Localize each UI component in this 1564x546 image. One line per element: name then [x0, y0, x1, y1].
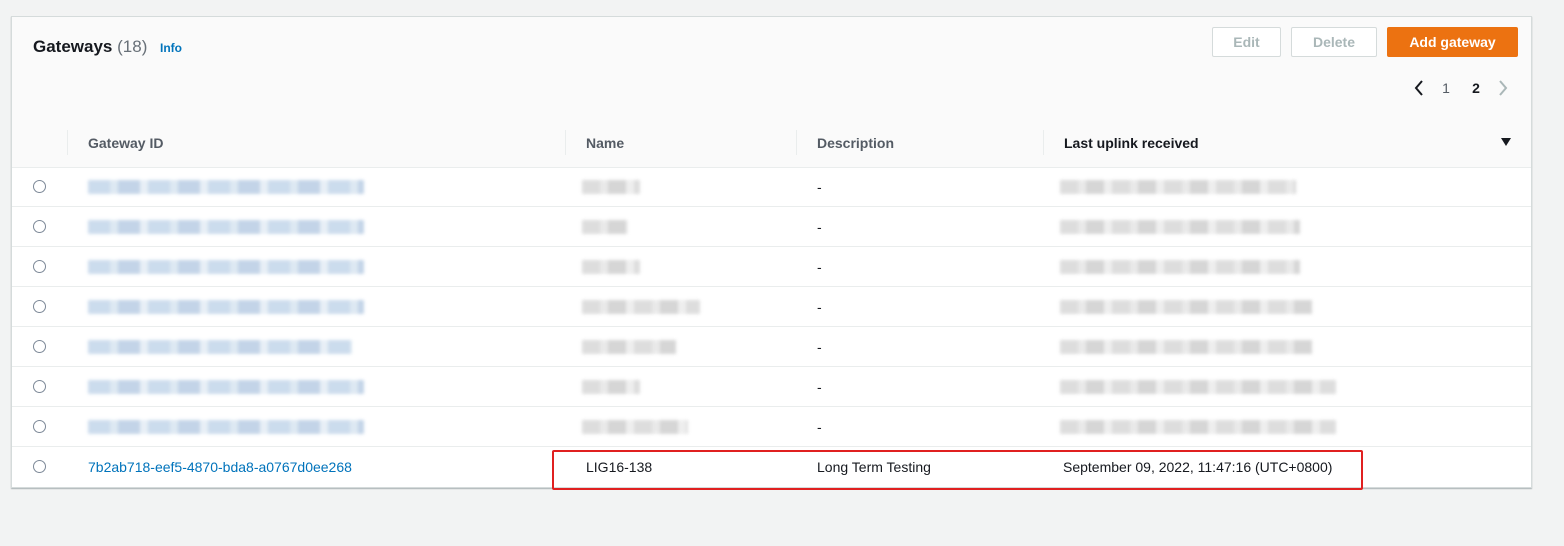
redacted-last-uplink: [1060, 300, 1312, 314]
table-row[interactable]: -: [12, 207, 1531, 247]
row-description: -: [817, 259, 822, 275]
row-select-radio[interactable]: [33, 180, 46, 193]
column-separator: [565, 130, 566, 155]
column-header-description[interactable]: Description: [817, 118, 894, 167]
row-select-radio[interactable]: [33, 420, 46, 433]
column-separator: [67, 130, 68, 155]
edit-button[interactable]: Edit: [1212, 27, 1281, 57]
table-row[interactable]: -: [12, 327, 1531, 367]
table-row[interactable]: 7b2ab718-eef5-4870-bda8-a0767d0ee268 LIG…: [12, 447, 1531, 487]
redacted-name: [582, 180, 640, 194]
redacted-name: [582, 380, 640, 394]
table-row[interactable]: -: [12, 247, 1531, 287]
table-header: Gateway ID Name Description Last uplink …: [12, 118, 1531, 168]
redacted-last-uplink: [1060, 420, 1336, 434]
column-separator: [796, 130, 797, 155]
row-select-radio[interactable]: [33, 460, 46, 473]
column-header-gateway-id[interactable]: Gateway ID: [88, 118, 163, 167]
redacted-gateway-id[interactable]: [88, 380, 364, 394]
row-description: -: [817, 419, 822, 435]
gateway-count: (18): [117, 37, 148, 56]
redacted-last-uplink: [1060, 220, 1300, 234]
redacted-name: [582, 420, 688, 434]
redacted-gateway-id[interactable]: [88, 180, 364, 194]
row-select-radio[interactable]: [33, 260, 46, 273]
redacted-last-uplink: [1060, 180, 1296, 194]
column-separator: [1043, 130, 1044, 155]
panel-title-text: Gateways: [33, 37, 113, 56]
row-description: -: [817, 379, 822, 395]
row-select-radio[interactable]: [33, 380, 46, 393]
table-row[interactable]: -: [12, 287, 1531, 327]
gateways-panel: Gateways (18) Info Edit Delete Add gatew…: [11, 16, 1532, 488]
gateway-name: LIG16-138: [586, 459, 653, 475]
redacted-gateway-id[interactable]: [88, 300, 364, 314]
delete-button[interactable]: Delete: [1291, 27, 1377, 57]
redacted-name: [582, 340, 676, 354]
redacted-last-uplink: [1060, 260, 1300, 274]
panel-title: Gateways (18): [33, 37, 147, 57]
row-select-radio[interactable]: [33, 340, 46, 353]
column-header-name[interactable]: Name: [586, 118, 624, 167]
redacted-last-uplink: [1060, 340, 1312, 354]
add-gateway-button[interactable]: Add gateway: [1387, 27, 1518, 57]
table-row[interactable]: -: [12, 407, 1531, 447]
panel-header: Gateways (18) Info Edit Delete Add gatew…: [12, 17, 1531, 119]
redacted-gateway-id[interactable]: [88, 340, 352, 354]
table-row[interactable]: -: [12, 167, 1531, 207]
row-description: -: [817, 299, 822, 315]
redacted-name: [582, 300, 700, 314]
row-select-radio[interactable]: [33, 220, 46, 233]
next-page-icon[interactable]: [1491, 77, 1515, 99]
column-header-last-uplink[interactable]: Last uplink received: [1064, 118, 1199, 167]
pagination: 1 2: [1407, 77, 1515, 99]
info-link[interactable]: Info: [160, 41, 182, 55]
table-row[interactable]: -: [12, 367, 1531, 407]
gateway-description: Long Term Testing: [817, 459, 931, 475]
redacted-gateway-id[interactable]: [88, 260, 364, 274]
page-2[interactable]: 2: [1461, 80, 1491, 96]
row-description: -: [817, 219, 822, 235]
redacted-gateway-id[interactable]: [88, 220, 364, 234]
sort-descending-icon[interactable]: [1501, 138, 1511, 146]
row-description: -: [817, 179, 822, 195]
row-description: -: [817, 339, 822, 355]
redacted-last-uplink: [1060, 380, 1336, 394]
gateway-last-uplink: September 09, 2022, 11:47:16 (UTC+0800): [1063, 459, 1333, 475]
page-1[interactable]: 1: [1431, 80, 1461, 96]
previous-page-icon[interactable]: [1407, 77, 1431, 99]
row-select-radio[interactable]: [33, 300, 46, 313]
redacted-name: [582, 220, 628, 234]
gateway-id-link[interactable]: 7b2ab718-eef5-4870-bda8-a0767d0ee268: [88, 447, 352, 487]
redacted-gateway-id[interactable]: [88, 420, 364, 434]
redacted-name: [582, 260, 640, 274]
